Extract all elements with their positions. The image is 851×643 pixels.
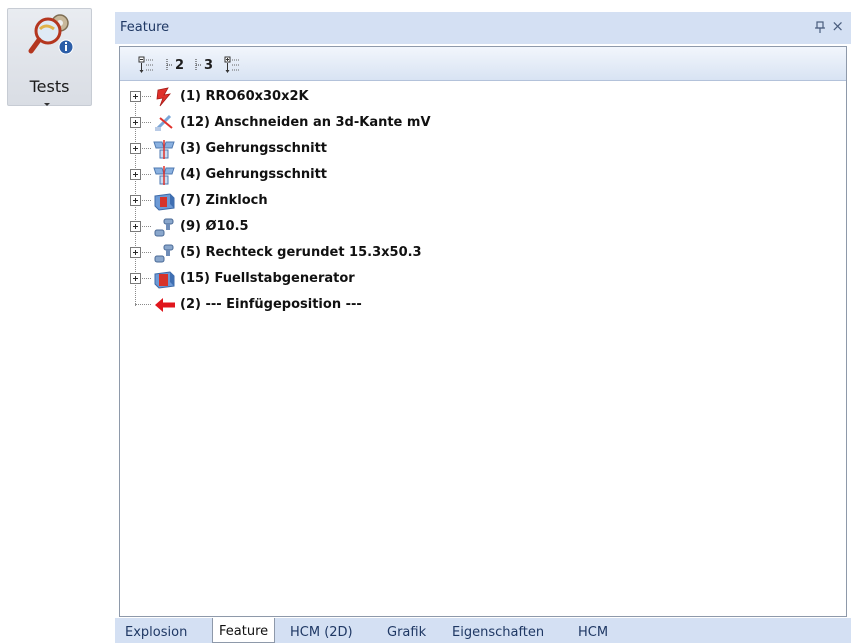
tests-label: Tests <box>29 77 70 96</box>
zinc-hole-icon <box>154 193 175 211</box>
collapse-all-icon <box>138 56 153 73</box>
pin-icon[interactable] <box>815 21 825 36</box>
tree-branch-line <box>135 304 151 305</box>
expand-icon[interactable] <box>130 247 141 258</box>
dropdown-arrow-icon[interactable] <box>44 103 50 106</box>
tree-item[interactable]: (12) Anschneiden an 3d-Kante mV <box>120 111 820 137</box>
tree-item[interactable]: (2) --- Einfügeposition --- <box>120 293 820 319</box>
tree-item[interactable]: (1) RRO60x30x2K <box>120 85 820 111</box>
expand-icon[interactable] <box>130 143 141 154</box>
tree-item-label: (1) RRO60x30x2K <box>180 89 309 104</box>
expand-all-button[interactable] <box>224 55 240 75</box>
tab-grafik[interactable]: Grafik <box>381 622 432 643</box>
insert-position-arrow-icon <box>155 298 175 312</box>
cut-edge-icon <box>154 114 173 132</box>
profile-icon <box>156 87 171 107</box>
tree-branch-line <box>142 226 151 227</box>
close-icon[interactable]: × <box>831 19 844 34</box>
level-2-label: 2 <box>175 57 185 73</box>
expand-icon[interactable] <box>130 169 141 180</box>
tree-item[interactable]: (5) Rechteck gerundet 15.3x50.3 <box>120 241 820 267</box>
level-3-label: 3 <box>204 57 214 73</box>
tree-item-label: (2) --- Einfügeposition --- <box>180 297 362 312</box>
tree-branch-line <box>142 252 151 253</box>
tree-item[interactable]: (15) Fuellstabgenerator <box>120 267 820 293</box>
tree-item-label: (3) Gehrungsschnitt <box>180 141 327 156</box>
tree-item-label: (5) Rechteck gerundet 15.3x50.3 <box>180 245 422 260</box>
panel-title: Feature <box>120 20 170 35</box>
level-3-icon <box>195 59 202 71</box>
tree-item-label: (7) Zinkloch <box>180 193 268 208</box>
miter-cut-icon <box>153 166 175 185</box>
collapse-all-button[interactable] <box>138 55 154 75</box>
tab-hcm[interactable]: HCM <box>572 622 614 643</box>
panel-tab-strip: Explosion Feature HCM (2D) Grafik Eigens… <box>115 618 851 643</box>
level-2-button[interactable]: 2 <box>166 55 184 75</box>
tree-item[interactable]: (3) Gehrungsschnitt <box>120 137 820 163</box>
expand-icon[interactable] <box>130 273 141 284</box>
level-3-button[interactable]: 3 <box>195 55 213 75</box>
expand-icon[interactable] <box>130 195 141 206</box>
panel-title-bar: Feature × <box>115 12 851 44</box>
tree-item-label: (9) Ø10.5 <box>180 219 249 234</box>
drill-hole-icon <box>154 244 174 263</box>
fill-bar-generator-icon <box>154 271 175 289</box>
tree-item[interactable]: (4) Gehrungsschnitt <box>120 163 820 189</box>
tree-branch-line <box>142 148 151 149</box>
tab-feature[interactable]: Feature <box>212 618 276 643</box>
tree-item-label: (12) Anschneiden an 3d-Kante mV <box>180 115 431 130</box>
tree-item[interactable]: (7) Zinkloch <box>120 189 820 215</box>
tab-explosion[interactable]: Explosion <box>119 622 193 643</box>
expand-all-icon <box>224 56 239 73</box>
drill-hole-icon <box>154 218 174 237</box>
tab-hcm-2d[interactable]: HCM (2D) <box>284 622 359 643</box>
tree-branch-line <box>142 278 151 279</box>
tab-eigenschaften[interactable]: Eigenschaften <box>446 622 550 643</box>
tree-item-label: (4) Gehrungsschnitt <box>180 167 327 182</box>
feature-tree-pane: 2 3 (1) RRO60x30x2K (12) Anschneiden an … <box>119 46 847 617</box>
tree-item[interactable]: (9) Ø10.5 <box>120 215 820 241</box>
miter-cut-icon <box>153 140 175 159</box>
expand-icon[interactable] <box>130 91 141 102</box>
tree-item-label: (15) Fuellstabgenerator <box>180 271 355 286</box>
feature-panel: Feature × 2 3 (1) RRO60x30x2K (12) Ansch… <box>115 12 851 643</box>
expand-icon[interactable] <box>130 117 141 128</box>
tree-branch-line <box>142 200 151 201</box>
tree-branch-line <box>142 174 151 175</box>
tree-toolbar: 2 3 <box>120 47 846 81</box>
level-2-icon <box>166 59 173 71</box>
tree-branch-line <box>142 122 151 123</box>
expand-icon[interactable] <box>130 221 141 232</box>
magnifier-gear-info-icon <box>28 14 74 55</box>
tests-button[interactable]: Tests <box>7 8 92 106</box>
tree-branch-line <box>142 96 151 97</box>
